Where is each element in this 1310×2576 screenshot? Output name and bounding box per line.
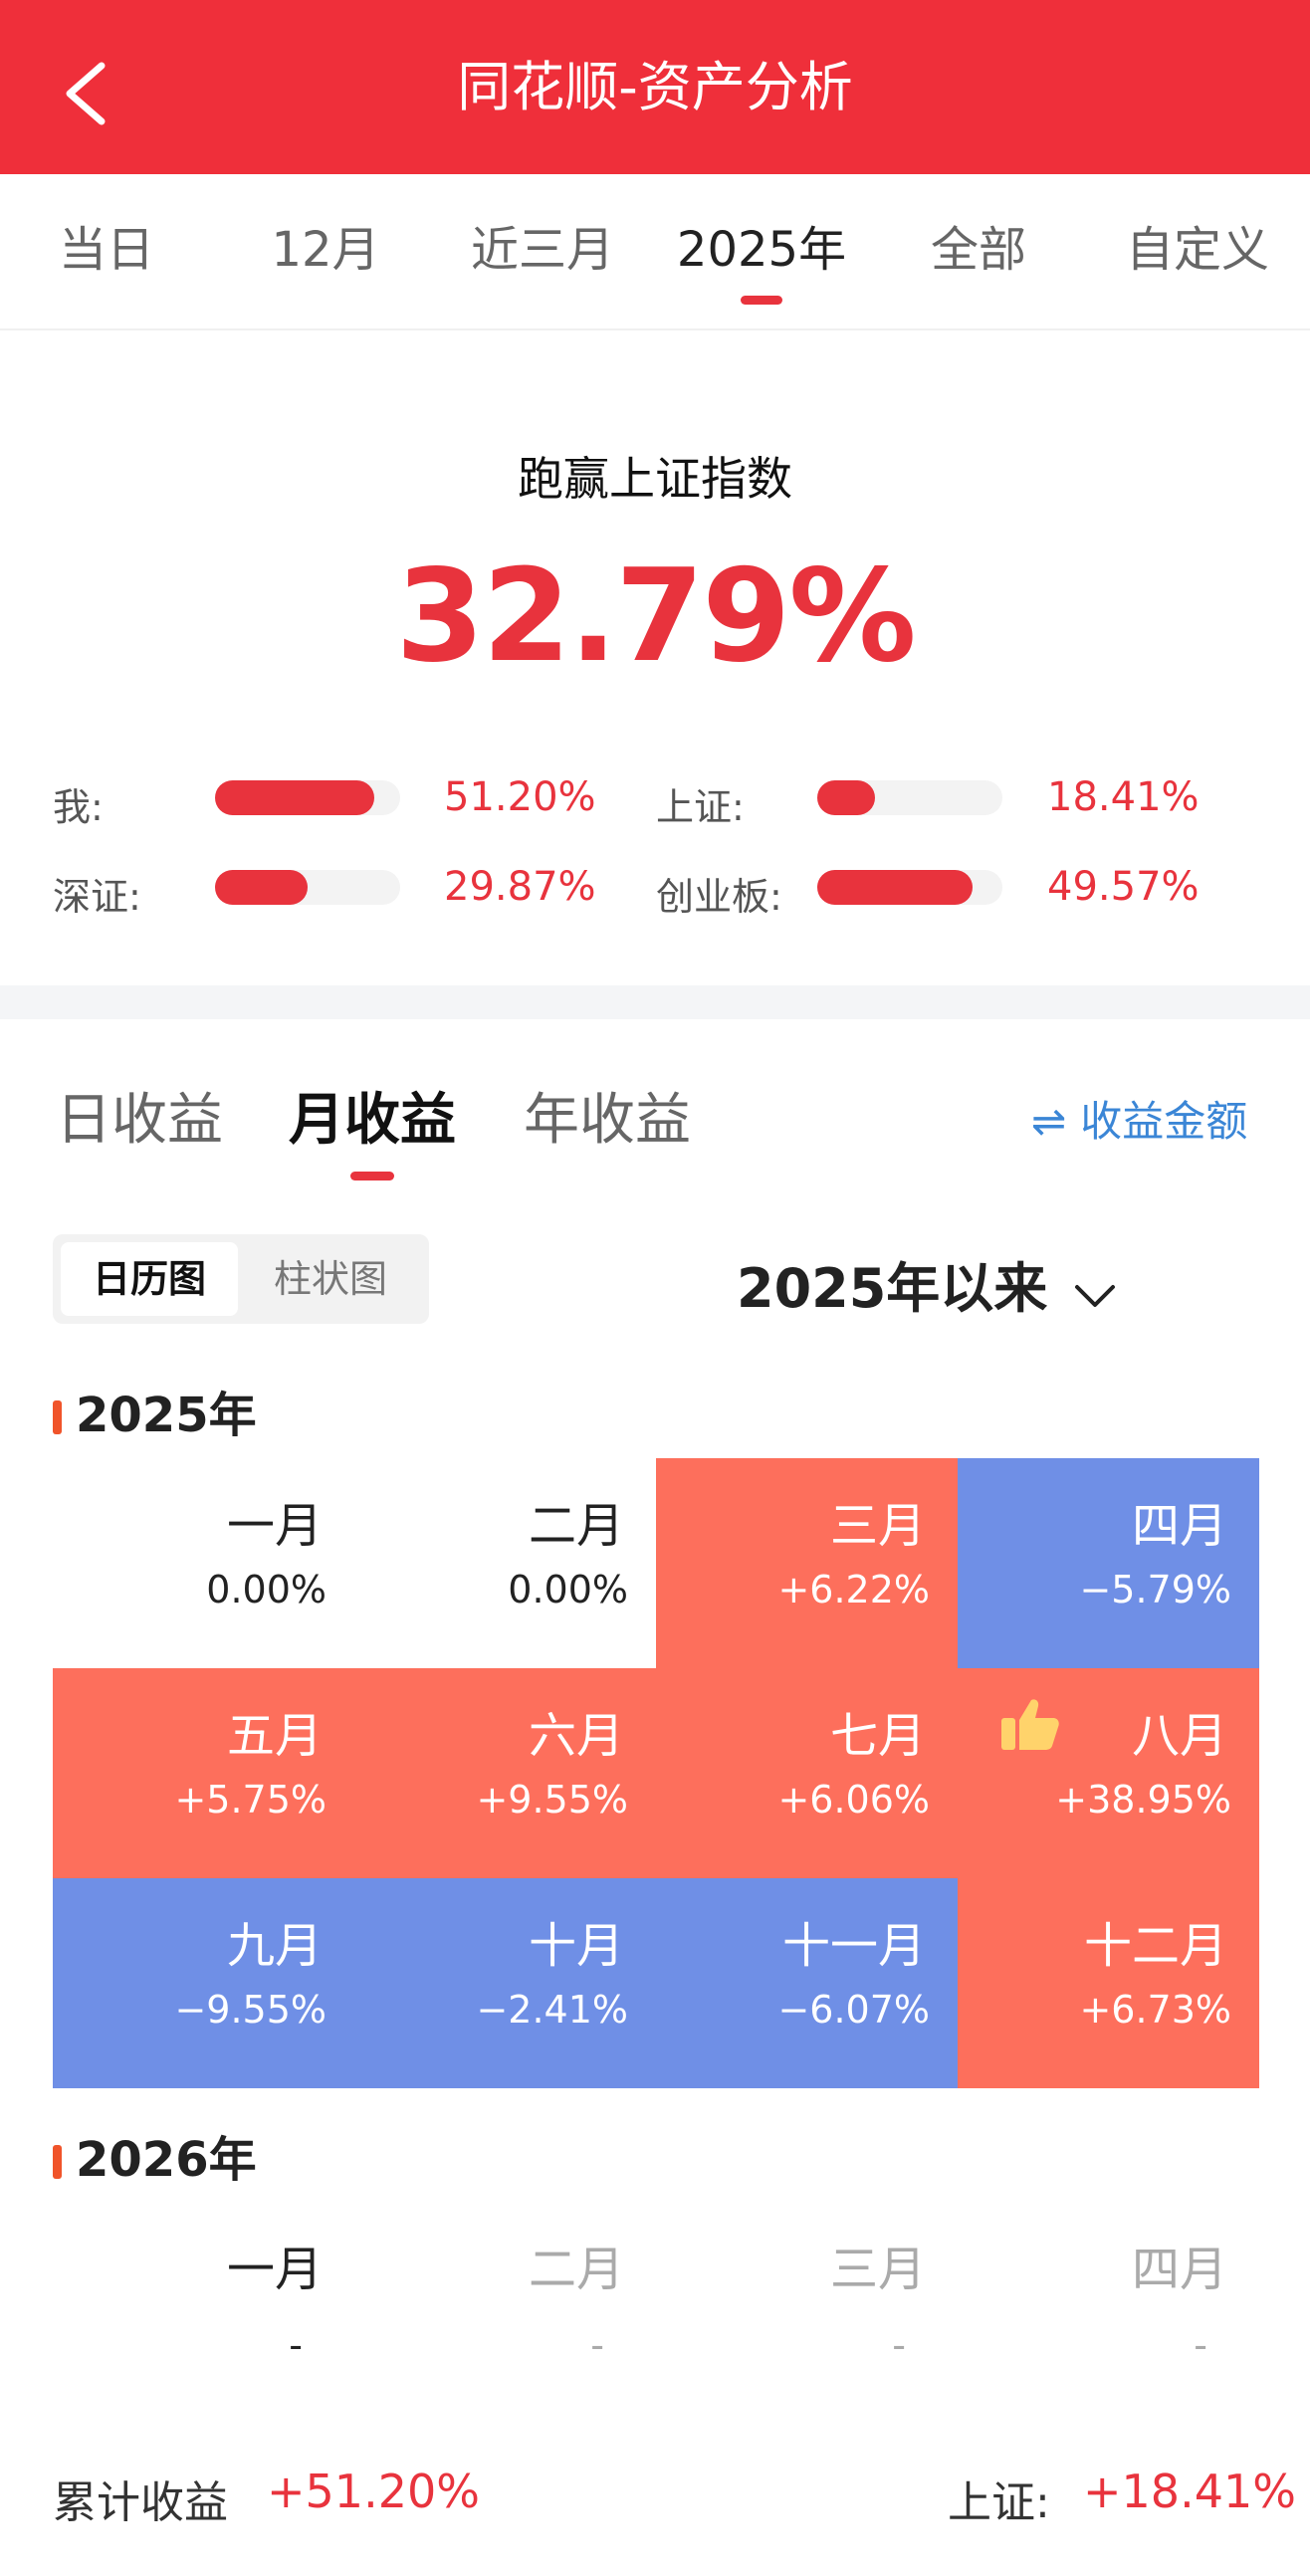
- tab-daily-income[interactable]: 日收益: [56, 1075, 223, 1156]
- month-return: −6.07%: [777, 1988, 930, 2032]
- month-return: +38.95%: [1055, 1778, 1231, 1822]
- month-name: 三月: [829, 1498, 926, 1554]
- beat-index-value: 32.79%: [395, 542, 916, 691]
- tab-monthly-income[interactable]: 月收益: [289, 1075, 456, 1156]
- month-name: 二月: [528, 2242, 624, 2297]
- month-name: 四月: [1131, 1498, 1227, 1554]
- month-return: 0.00%: [206, 1568, 327, 1611]
- income-tab-indicator: [350, 1172, 394, 1181]
- cumulative-income-label: 累计收益: [53, 2477, 228, 2528]
- chinext-bar-fill: [817, 870, 973, 905]
- period-tabs: 当日 12月 近三月 2025年 全部 自定义: [0, 174, 1310, 330]
- month-cell[interactable]: 四月 -: [958, 2202, 1259, 2412]
- range-dropdown[interactable]: 2025年以来: [737, 1244, 1117, 1324]
- month-cell[interactable]: 二月 0.00%: [354, 1458, 656, 1668]
- tab-last-three-months[interactable]: 近三月: [438, 174, 647, 328]
- month-cell[interactable]: 八月 +38.95%: [958, 1668, 1259, 1878]
- top-bar: 同花顺-资产分析: [0, 0, 1310, 174]
- thumbs-up-icon: [999, 1696, 1061, 1752]
- month-return: +9.55%: [476, 1778, 628, 1822]
- chinext-bar: [817, 870, 1002, 905]
- month-cell[interactable]: 三月 +6.22%: [656, 1458, 958, 1668]
- shanghai-label: 上证:: [656, 785, 745, 829]
- month-name: 二月: [528, 1498, 624, 1554]
- month-return: 0.00%: [508, 1568, 628, 1611]
- shanghai-bar: [817, 780, 1002, 815]
- income-amount-toggle[interactable]: ⇌ 收益金额: [1031, 1088, 1247, 1149]
- section-divider: [0, 985, 1310, 1019]
- month-name: 八月: [1131, 1708, 1227, 1764]
- month-return: +6.22%: [777, 1568, 930, 1611]
- month-cell[interactable]: 十一月 −6.07%: [656, 1878, 958, 2088]
- shanghai-compare-label: 上证:: [948, 2477, 1050, 2528]
- cumulative-income-value: +51.20%: [267, 2465, 480, 2518]
- year-marker: [53, 2145, 62, 2179]
- month-name: 十一月: [781, 1918, 926, 1974]
- month-cell[interactable]: 一月 0.00%: [53, 1458, 354, 1668]
- year-heading-2026: 2026年: [53, 2120, 257, 2190]
- calendar-view-button[interactable]: 日历图: [61, 1242, 238, 1316]
- my-return-label: 我:: [53, 785, 104, 829]
- shenzhen-label: 深证:: [53, 875, 141, 919]
- shanghai-compare-value: +18.41%: [1083, 2465, 1296, 2518]
- beat-index-title: 跑赢上证指数: [518, 452, 792, 506]
- month-name: 十二月: [1083, 1918, 1227, 1974]
- month-return: +6.06%: [777, 1778, 930, 1822]
- my-return-value: 51.20%: [444, 774, 596, 820]
- month-return: −9.55%: [174, 1988, 327, 2032]
- shenzhen-bar: [215, 870, 400, 905]
- tab-custom[interactable]: 自定义: [1093, 174, 1302, 328]
- my-return-bar: [215, 780, 400, 815]
- chevron-down-icon: [1073, 1261, 1117, 1324]
- tab-all[interactable]: 全部: [874, 174, 1083, 328]
- shanghai-bar-fill: [817, 780, 875, 815]
- month-name: 三月: [829, 2242, 926, 2297]
- month-name: 四月: [1131, 2242, 1227, 2297]
- active-tab-indicator: [741, 296, 782, 305]
- shenzhen-value: 29.87%: [444, 864, 596, 910]
- month-return: +5.75%: [174, 1778, 327, 1822]
- month-return: -: [892, 2323, 906, 2367]
- tab-december[interactable]: 12月: [221, 174, 430, 328]
- month-return: -: [289, 2323, 303, 2367]
- month-name: 一月: [226, 2242, 323, 2297]
- my-return-bar-fill: [215, 780, 374, 815]
- month-cell[interactable]: 十月 −2.41%: [354, 1878, 656, 2088]
- month-cell[interactable]: 四月 −5.79%: [958, 1458, 1259, 1668]
- month-name: 六月: [528, 1708, 624, 1764]
- chinext-label: 创业板:: [656, 875, 782, 919]
- month-return: -: [1194, 2323, 1207, 2367]
- shanghai-value: 18.41%: [1047, 774, 1200, 820]
- month-return: −2.41%: [476, 1988, 628, 2032]
- bar-chart-view-button[interactable]: 柱状图: [242, 1242, 419, 1316]
- month-cell[interactable]: 二月 -: [354, 2202, 656, 2412]
- month-name: 七月: [829, 1708, 926, 1764]
- tab-2025[interactable]: 2025年: [657, 174, 866, 328]
- month-return: +6.73%: [1079, 1988, 1231, 2032]
- month-cell[interactable]: 七月 +6.06%: [656, 1668, 958, 1878]
- tab-today[interactable]: 当日: [2, 174, 211, 328]
- month-name: 一月: [226, 1498, 323, 1554]
- view-switch: 日历图 柱状图: [53, 1234, 429, 1324]
- month-return: −5.79%: [1079, 1568, 1231, 1611]
- month-cell[interactable]: 一月 -: [53, 2202, 354, 2412]
- month-return: -: [590, 2323, 604, 2367]
- year-heading-2025: 2025年: [53, 1376, 257, 1445]
- month-cell[interactable]: 五月 +5.75%: [53, 1668, 354, 1878]
- month-name: 五月: [226, 1708, 323, 1764]
- month-name: 九月: [226, 1918, 323, 1974]
- chinext-value: 49.57%: [1047, 864, 1200, 910]
- month-cell[interactable]: 十二月 +6.73%: [958, 1878, 1259, 2088]
- swap-arrows-icon: ⇌: [1031, 1097, 1067, 1146]
- month-name: 十月: [528, 1918, 624, 1974]
- month-cell[interactable]: 九月 −9.55%: [53, 1878, 354, 2088]
- year-marker: [53, 1400, 62, 1434]
- month-cell[interactable]: 六月 +9.55%: [354, 1668, 656, 1878]
- page-title: 同花顺-资产分析: [457, 56, 853, 118]
- month-cell[interactable]: 三月 -: [656, 2202, 958, 2412]
- tab-yearly-income[interactable]: 年收益: [524, 1075, 691, 1156]
- shenzhen-bar-fill: [215, 870, 308, 905]
